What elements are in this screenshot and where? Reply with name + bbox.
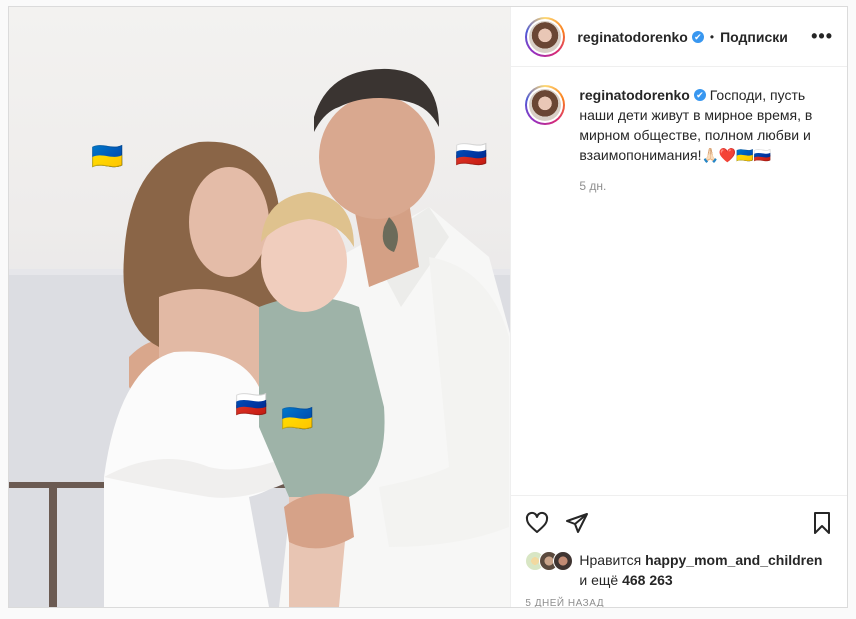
likes-prefix: Нравится (579, 552, 642, 568)
likes-text: Нравится happy_mom_and_children и ещё 46… (579, 550, 822, 590)
more-options-icon[interactable]: ••• (811, 26, 833, 47)
post-date[interactable]: 5 ДНЕЙ НАЗАД (525, 598, 833, 607)
caption-author-username[interactable]: reginatodorenko (579, 87, 689, 103)
family-photo-illustration (9, 68, 511, 607)
heart-outline-icon[interactable] (525, 511, 549, 535)
caption-text: reginatodorenko ✔ Господи, пусть наши дет… (579, 85, 829, 165)
likes-summary: Нравится happy_mom_and_children и ещё 46… (525, 550, 833, 590)
verified-badge-icon: ✔ (691, 30, 704, 43)
liker-avatars (525, 550, 575, 571)
separator-dot: • (709, 29, 715, 44)
comments-section: reginatodorenko ✔ Господи, пусть наши дет… (511, 67, 847, 495)
ukraine-flag-sticker: 🇺🇦 (91, 141, 124, 171)
verified-badge-icon: ✔ (693, 89, 706, 102)
author-avatar[interactable] (525, 16, 566, 57)
likes-count[interactable]: 468 263 (622, 572, 673, 588)
instagram-post: 🇺🇦 🇷🇺 🇷🇺 🇺🇦 reginatodorenko ✔ • Подписки … (8, 6, 848, 608)
liker-username[interactable]: happy_mom_and_children (645, 552, 822, 568)
author-username[interactable]: reginatodorenko ✔ (577, 29, 704, 45)
russia-flag-in-hand: 🇷🇺 (235, 389, 268, 419)
action-icons (525, 504, 833, 542)
bookmark-icon[interactable] (811, 511, 833, 535)
caption-timestamp[interactable]: 5 дн. (579, 179, 833, 193)
post-photo[interactable]: 🇺🇦 🇷🇺 🇷🇺 🇺🇦 (9, 7, 511, 607)
caption-author-avatar[interactable] (525, 85, 566, 125)
avatar-image (529, 20, 562, 53)
post-sidebar: reginatodorenko ✔ • Подписки ••• reginato… (510, 7, 847, 607)
following-button[interactable]: Подписки (720, 29, 788, 45)
russia-flag-sticker: 🇷🇺 (455, 139, 488, 169)
post-actions: Нравится happy_mom_and_children и ещё 46… (511, 495, 847, 607)
likes-and-more: и ещё (579, 572, 619, 588)
liker-avatar (553, 551, 574, 571)
caption: reginatodorenko ✔ Господи, пусть наши дет… (525, 85, 833, 165)
post-header: reginatodorenko ✔ • Подписки ••• (511, 7, 847, 67)
ukraine-flag-in-hand: 🇺🇦 (281, 403, 314, 433)
avatar-image (529, 89, 562, 121)
paper-plane-icon[interactable] (565, 511, 589, 535)
